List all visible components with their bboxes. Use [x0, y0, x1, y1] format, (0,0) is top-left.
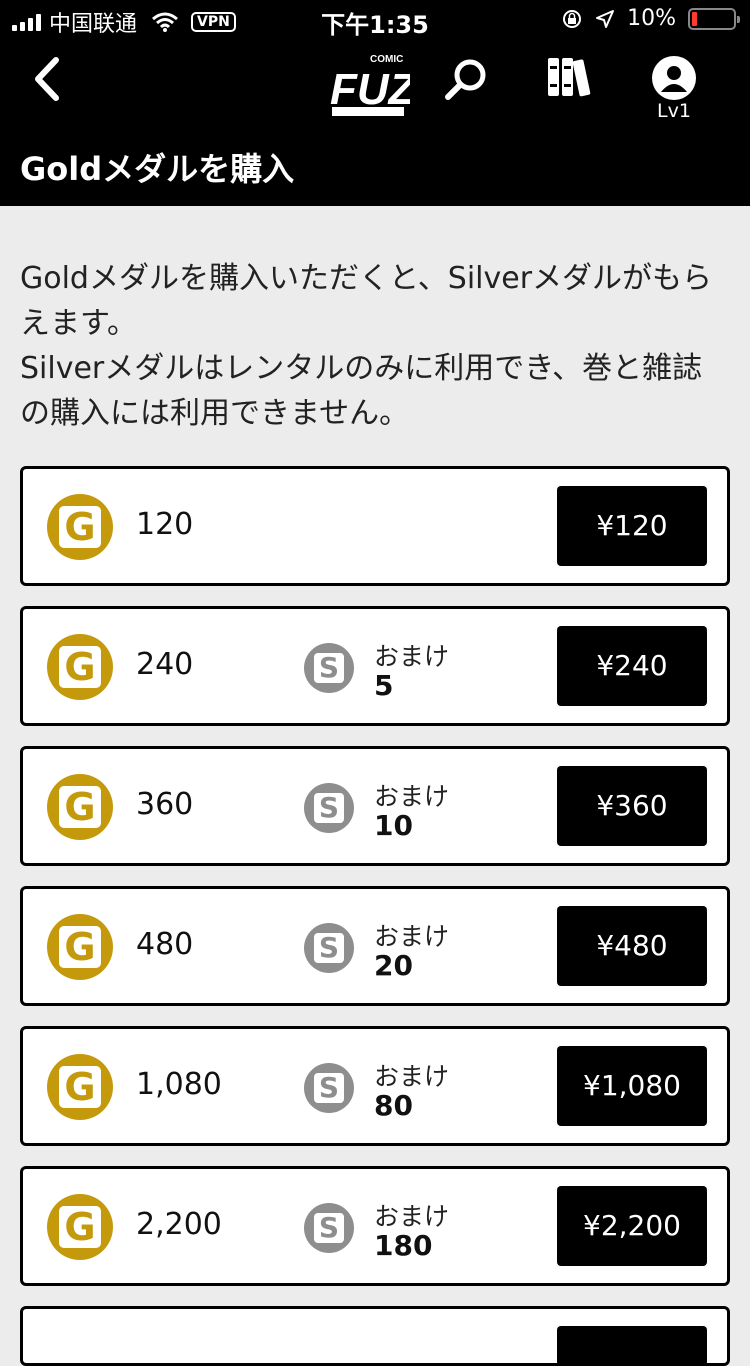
- user-avatar-icon[interactable]: [652, 56, 696, 100]
- medal-pack-row: 360 おまけ 10 ¥360: [20, 746, 730, 866]
- buy-button[interactable]: ¥360: [557, 766, 707, 846]
- buy-button[interactable]: ¥2,200: [557, 1186, 707, 1266]
- back-arrow-icon[interactable]: [28, 54, 68, 104]
- gold-amount: 360: [136, 787, 194, 822]
- gold-amount: 2,200: [136, 1207, 222, 1242]
- medal-pack-row: 1,080 おまけ 80 ¥1,080: [20, 1026, 730, 1146]
- gold-medal-icon: [47, 774, 113, 840]
- medal-pack-row: 120 ¥120: [20, 466, 730, 586]
- gold-medal-icon: [47, 1054, 113, 1120]
- comic-fuz-logo[interactable]: COMIC FUZ: [328, 50, 410, 118]
- bonus-label: おまけ: [374, 1202, 450, 1231]
- bonus-label: おまけ: [374, 922, 450, 951]
- bonus-amount: 10: [374, 809, 413, 842]
- medal-pack-row: 2,200 おまけ 180 ¥2,200: [20, 1166, 730, 1286]
- intro-text: Goldメダルを購入いただくと、Silverメダルがもらえます。 Silverメ…: [20, 256, 732, 436]
- svg-text:COMIC: COMIC: [370, 54, 403, 65]
- gold-medal-icon: [47, 634, 113, 700]
- buy-button[interactable]: [557, 1326, 707, 1366]
- bonus-amount: 180: [374, 1229, 433, 1262]
- buy-button[interactable]: ¥480: [557, 906, 707, 986]
- gold-amount: 120: [136, 507, 194, 542]
- search-icon[interactable]: [442, 56, 490, 104]
- buy-button[interactable]: ¥240: [557, 626, 707, 706]
- bonus-amount: 5: [374, 669, 394, 702]
- logo-wordmark: FUZ: [330, 65, 410, 114]
- app-header: COMIC FUZ Lv1 Goldメダルを購入: [0, 40, 750, 206]
- intro-line-2: Silverメダルはレンタルのみに利用でき、巻と雑誌の購入には利用できません。: [20, 351, 703, 431]
- battery-percent: 10%: [627, 6, 676, 31]
- user-level: Lv1: [657, 100, 691, 122]
- silver-medal-icon: [304, 923, 354, 973]
- gold-amount: 240: [136, 647, 194, 682]
- silver-medal-icon: [304, 1063, 354, 1113]
- medal-pack-row-partial: [20, 1306, 730, 1366]
- bonus-label: おまけ: [374, 782, 450, 811]
- bonus-label: おまけ: [374, 1062, 450, 1091]
- bookshelf-icon[interactable]: [546, 54, 592, 100]
- bonus-amount: 80: [374, 1089, 413, 1122]
- silver-medal-icon: [304, 783, 354, 833]
- gold-amount: 1,080: [136, 1067, 222, 1102]
- medal-pack-row: 480 おまけ 20 ¥480: [20, 886, 730, 1006]
- orientation-lock-icon: [563, 9, 582, 28]
- gold-medal-icon: [47, 494, 113, 560]
- silver-medal-icon: [304, 643, 354, 693]
- silver-medal-icon: [304, 1203, 354, 1253]
- buy-button[interactable]: ¥120: [557, 486, 707, 566]
- medal-pack-row: 240 おまけ 5 ¥240: [20, 606, 730, 726]
- bonus-label: おまけ: [374, 642, 450, 671]
- battery-icon: [688, 7, 740, 30]
- intro-line-1: Goldメダルを購入いただくと、Silverメダルがもらえます。: [20, 261, 713, 341]
- medal-list: 120 ¥120 240 おまけ 5 ¥240 360 おまけ 10 ¥360 …: [20, 466, 730, 1366]
- status-bar: 中国联通 VPN 下午1:35 10%: [0, 0, 750, 40]
- location-arrow-icon: [596, 9, 615, 28]
- gold-medal-icon: [47, 1194, 113, 1260]
- buy-button[interactable]: ¥1,080: [557, 1046, 707, 1126]
- bonus-amount: 20: [374, 949, 413, 982]
- gold-medal-icon: [47, 914, 113, 980]
- page-title: Goldメダルを購入: [20, 150, 295, 188]
- gold-amount: 480: [136, 927, 194, 962]
